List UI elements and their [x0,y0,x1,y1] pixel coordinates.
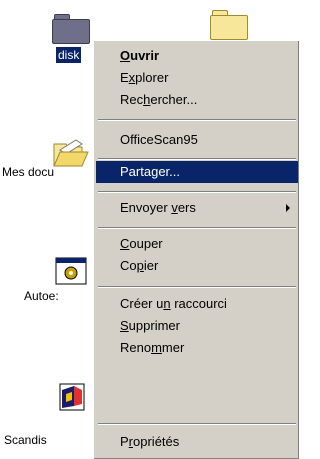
folder-icon[interactable] [210,10,248,40]
desktop-icon-label-mes-documents[interactable]: Mes docu [2,164,54,180]
menu-item-rechercher[interactable]: Rechercher... [96,89,298,111]
menu-item-proprietes[interactable]: Propriétés [96,431,298,453]
menu-item-renommer[interactable]: Renommer [96,337,298,359]
menu-separator [98,286,296,288]
desktop-icon-label-scandisk[interactable]: Scandis [4,432,47,448]
open-folder-icon[interactable] [52,138,90,168]
folder-icon[interactable] [52,14,90,44]
menu-item-partager[interactable]: Partager... [96,161,298,183]
submenu-arrow-icon [286,204,290,212]
menu-item-ouvrir[interactable]: Ouvrir [96,45,298,67]
application-icon[interactable] [54,256,90,288]
context-menu: Ouvrir Explorer Rechercher... OfficeScan… [93,40,299,459]
menu-separator [98,227,296,229]
scandisk-icon[interactable] [56,380,90,414]
desktop-icon-label-autoexec[interactable]: Autoe: [24,288,59,304]
menu-separator [98,191,296,193]
menu-item-creer-raccourci[interactable]: Créer un raccourci [96,293,298,315]
menu-item-envoyer-vers[interactable]: Envoyer vers [96,197,298,219]
menu-item-explorer[interactable]: Explorer [96,67,298,89]
menu-separator [98,423,296,425]
menu-item-officescan95[interactable]: OfficeScan95 [96,129,298,151]
desktop-icon-label-disk[interactable]: disk [56,47,82,63]
menu-item-supprimer[interactable]: Supprimer [96,315,298,337]
menu-separator [98,119,296,121]
menu-separator [98,158,296,160]
menu-item-copier[interactable]: Copier [96,255,298,277]
menu-item-couper[interactable]: Couper [96,233,298,255]
